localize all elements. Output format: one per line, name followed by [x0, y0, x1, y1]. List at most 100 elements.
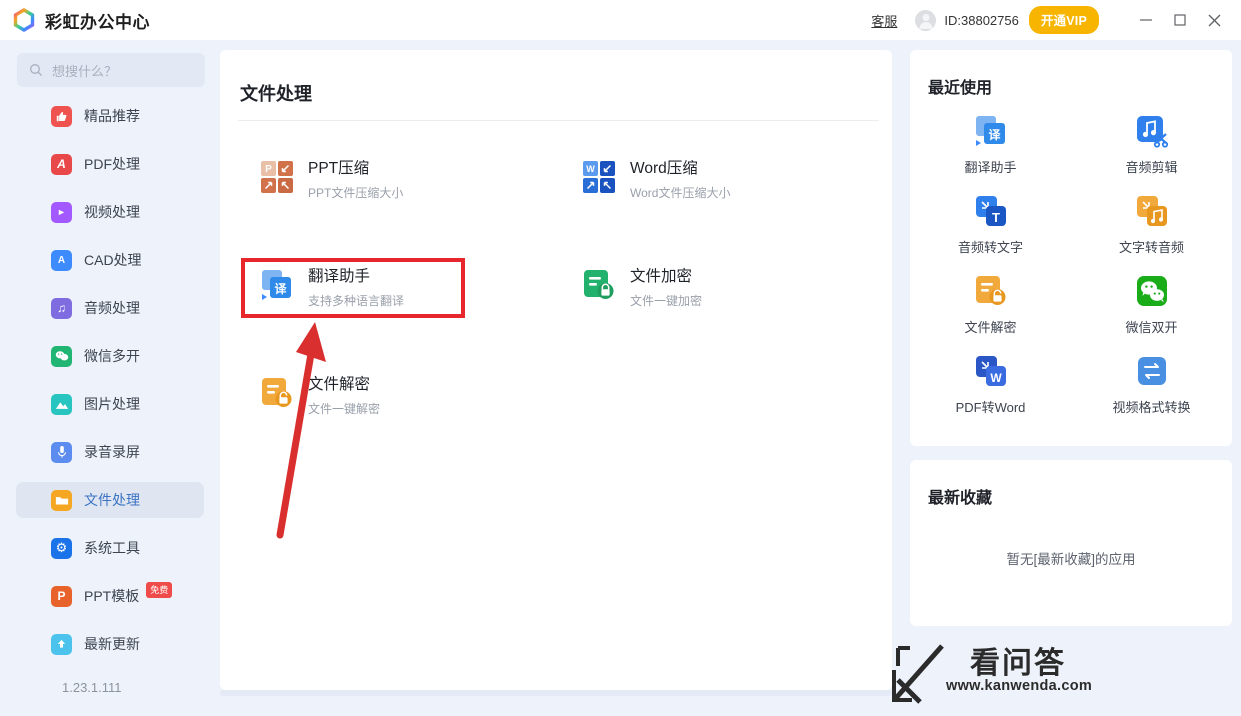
recent-item-file-decrypt[interactable]: 文件解密 [910, 270, 1071, 350]
tool-card-word-compress[interactable]: W Word压缩 Word文件压缩大小 [560, 146, 882, 254]
sidebar-item-label: PDF处理 [84, 156, 140, 172]
recent-item-label: 音频剪辑 [1125, 160, 1178, 175]
title-bar: 彩虹办公中心 客服 ID:38802756 开通VIP [0, 0, 1241, 40]
user-avatar-icon[interactable] [915, 9, 937, 31]
title-divider [238, 120, 879, 121]
recent-item-pdf-to-word[interactable]: W PDF转Word [910, 350, 1071, 430]
customer-support-link[interactable]: 客服 [871, 11, 897, 30]
svg-text:T: T [992, 210, 1000, 225]
sidebar: 想搜什么？ 精品推荐 A PDF处理 ► 视频处理 A CAD处理 ♫ 音频处理… [0, 40, 220, 716]
tool-text: 翻译助手 支持多种语言翻译 [308, 266, 404, 309]
titlebar-right-group: 客服 ID:38802756 开通VIP [871, 5, 1231, 35]
tool-desc: 支持多种语言翻译 [308, 294, 405, 308]
recent-item-audio-cut[interactable]: 音频剪辑 [1071, 110, 1232, 190]
tool-desc: 文件一键加密 [630, 294, 703, 308]
minimize-icon[interactable] [1129, 5, 1163, 35]
word-compress-icon: W [582, 160, 616, 194]
horizontal-scrollbar[interactable] [220, 690, 892, 696]
sidebar-nav: 精品推荐 A PDF处理 ► 视频处理 A CAD处理 ♫ 音频处理 微信多开 … [0, 98, 220, 674]
tool-name: 文件加密 [630, 268, 693, 285]
recent-panel-title: 最近使用 [928, 80, 993, 97]
recent-used-panel: 最近使用 译 翻译助手 音频剪辑 T 音频转文字 文字转音频 文件解密 微信双开… [910, 50, 1232, 446]
recent-item-video-convert[interactable]: 视频格式转换 [1071, 350, 1232, 430]
rainbow-hexagon-logo [12, 8, 36, 32]
video-convert-icon [1135, 354, 1169, 388]
sidebar-item-image[interactable]: 图片处理 [16, 386, 204, 422]
svg-text:W: W [586, 164, 595, 174]
upload-arrow-icon [51, 633, 72, 655]
recent-item-label: 文件解密 [964, 320, 1017, 335]
watermark-brand: 看问答 [970, 647, 1066, 680]
tool-name: PPT压缩 [308, 160, 370, 177]
recent-grid: 译 翻译助手 音频剪辑 T 音频转文字 文字转音频 文件解密 微信双开 W PD… [910, 110, 1232, 430]
ppt-compress-icon: P [260, 160, 294, 194]
tool-desc: PPT文件压缩大小 [308, 186, 404, 200]
sidebar-item-recording[interactable]: 录音录屏 [16, 434, 204, 470]
tool-row: P PPT压缩 PPT文件压缩大小 W Word压缩 Word文件压缩大小 [238, 146, 883, 254]
tool-card-ppt-compress[interactable]: P PPT压缩 PPT文件压缩大小 [238, 146, 560, 254]
application-window: 彩虹办公中心 客服 ID:38802756 开通VIP 想搜什么？ 精品推荐 A… [0, 0, 1241, 716]
recent-item-label: 微信双开 [1125, 320, 1178, 335]
sidebar-item-audio[interactable]: ♫ 音频处理 [16, 290, 204, 326]
sidebar-item-label: 系统工具 [84, 540, 140, 556]
recent-item-wechat-dual[interactable]: 微信双开 [1071, 270, 1232, 350]
recent-item-text-to-audio[interactable]: 文字转音频 [1071, 190, 1232, 270]
text-to-audio-icon [1135, 194, 1169, 228]
search-input[interactable]: 想搜什么？ [17, 53, 205, 87]
right-column: 最近使用 译 翻译助手 音频剪辑 T 音频转文字 文字转音频 文件解密 微信双开… [910, 50, 1232, 626]
tool-text: Word压缩 Word文件压缩大小 [630, 158, 730, 201]
folder-icon [51, 489, 72, 511]
sidebar-item-label: 最新更新 [84, 636, 140, 652]
audio-to-text-icon: T [974, 194, 1008, 228]
recent-item-label: 翻译助手 [964, 160, 1017, 175]
sidebar-item-pdf[interactable]: A PDF处理 [16, 146, 204, 182]
wechat-icon [51, 345, 72, 367]
recent-item-label: 视频格式转换 [1112, 400, 1191, 415]
tool-text: 文件加密 文件一键加密 [630, 266, 702, 309]
sidebar-item-wechat[interactable]: 微信多开 [16, 338, 204, 374]
sidebar-item-label: 音频处理 [84, 300, 140, 316]
search-placeholder: 想搜什么？ [52, 63, 118, 79]
close-icon[interactable] [1197, 5, 1231, 35]
svg-text:W: W [990, 371, 1002, 385]
tool-text: 文件解密 文件一键解密 [308, 374, 380, 417]
thumb-up-icon [51, 105, 72, 127]
wechat-icon [1135, 274, 1169, 308]
sidebar-item-ppt-templates[interactable]: P PPT模板 免费 [16, 578, 204, 614]
cad-icon: A [51, 249, 72, 271]
sidebar-item-file-processing[interactable]: 文件处理 [16, 482, 204, 518]
audio-cut-icon [1135, 114, 1169, 148]
file-unlock-icon [974, 274, 1008, 308]
sidebar-item-cad[interactable]: A CAD处理 [16, 242, 204, 278]
sidebar-item-label: 文件处理 [84, 492, 140, 508]
favorites-panel-title: 最新收藏 [928, 490, 993, 507]
recent-item-translate[interactable]: 译 翻译助手 [910, 110, 1071, 190]
sidebar-item-label: 视频处理 [84, 204, 140, 220]
maximize-icon[interactable] [1163, 5, 1197, 35]
sidebar-item-label: CAD处理 [84, 252, 142, 268]
tool-desc: 文件一键解密 [308, 402, 381, 416]
tool-card-file-decrypt[interactable]: 文件解密 文件一键解密 [238, 362, 560, 470]
free-badge: 免费 [146, 582, 173, 598]
pdf-icon: A [51, 153, 72, 175]
open-vip-button[interactable]: 开通VIP [1028, 6, 1099, 34]
watermark: 看问答 www.kanwenda.com [884, 636, 1154, 708]
sidebar-item-latest-update[interactable]: 最新更新 [16, 626, 204, 662]
watermark-url: www.kanwenda.com [946, 678, 1093, 694]
sidebar-item-system-tools[interactable]: ⚙ 系统工具 [16, 530, 204, 566]
tool-card-translate-assistant[interactable]: 译 翻译助手 支持多种语言翻译 [238, 254, 560, 362]
tool-name: 文件解密 [308, 376, 371, 393]
sidebar-item-featured[interactable]: 精品推荐 [16, 98, 204, 134]
sidebar-item-video[interactable]: ► 视频处理 [16, 194, 204, 230]
latest-favorites-panel: 最新收藏 暂无[最新收藏]的应用 [910, 460, 1232, 626]
recent-item-audio-to-text[interactable]: T 音频转文字 [910, 190, 1071, 270]
tool-name: Word压缩 [630, 160, 698, 177]
tool-desc: Word文件压缩大小 [630, 186, 731, 200]
search-icon [29, 63, 43, 77]
tool-card-file-encrypt[interactable]: 文件加密 文件一键加密 [560, 254, 882, 362]
sidebar-item-label: 录音录屏 [84, 444, 140, 460]
svg-text:P: P [265, 164, 272, 175]
audio-icon: ♫ [51, 297, 72, 319]
recent-item-label: 文字转音频 [1118, 240, 1184, 255]
ppt-icon: P [51, 585, 72, 607]
